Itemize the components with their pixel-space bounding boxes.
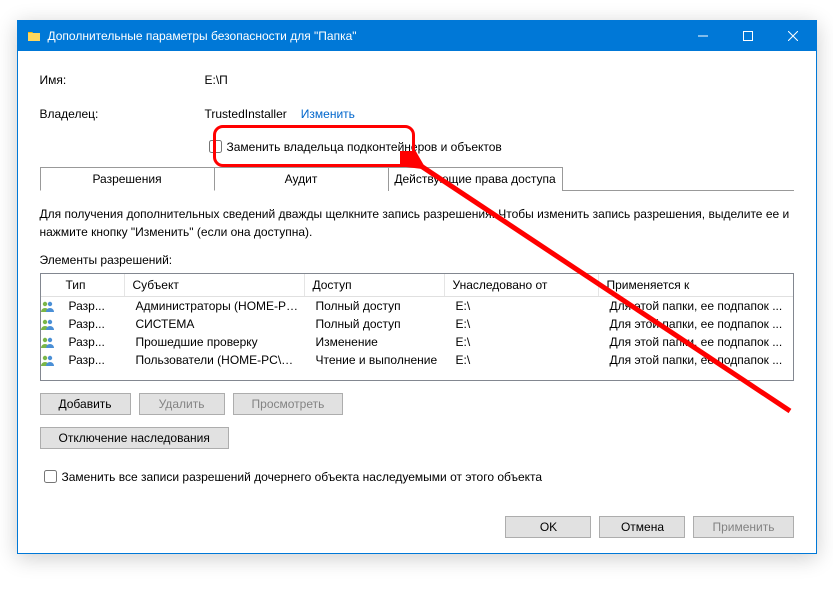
permissions-table: Тип Субъект Доступ Унаследовано от Приме… — [40, 273, 794, 381]
disable-inheritance-button[interactable]: Отключение наследования — [40, 427, 229, 449]
view-button: Просмотреть — [233, 393, 344, 415]
tab-effective[interactable]: Действующие права доступа — [388, 167, 563, 191]
header-access[interactable]: Доступ — [305, 274, 445, 296]
group-icon — [41, 316, 59, 332]
security-window: Дополнительные параметры безопасности дл… — [17, 20, 817, 554]
tab-audit[interactable]: Аудит — [214, 167, 389, 191]
replace-child-checkbox[interactable] — [44, 470, 57, 483]
table-header: Тип Субъект Доступ Унаследовано от Приме… — [41, 274, 793, 297]
titlebar: Дополнительные параметры безопасности дл… — [18, 21, 816, 51]
maximize-button[interactable] — [726, 21, 771, 51]
tabs: Разрешения Аудит Действующие права досту… — [40, 166, 794, 191]
table-row[interactable]: Разр...Пользователи (HOME-PC\П...Чтение … — [41, 351, 793, 369]
add-button[interactable]: Добавить — [40, 393, 131, 415]
window-title: Дополнительные параметры безопасности дл… — [48, 29, 681, 43]
owner-label: Владелец: — [40, 107, 205, 121]
minimize-button[interactable] — [681, 21, 726, 51]
hint-text: Для получения дополнительных сведений дв… — [40, 205, 794, 241]
change-owner-link[interactable]: Изменить — [301, 107, 355, 121]
tab-permissions[interactable]: Разрешения — [40, 167, 215, 191]
owner-value: TrustedInstaller — [205, 107, 287, 121]
group-icon — [41, 334, 59, 350]
group-icon — [41, 352, 59, 368]
replace-owner-checkbox[interactable] — [209, 140, 222, 153]
ok-button[interactable]: OK — [505, 516, 591, 538]
close-button[interactable] — [771, 21, 816, 51]
name-value: E:\П — [205, 73, 228, 87]
replace-child-label: Заменить все записи разрешений дочернего… — [62, 470, 543, 484]
section-label: Элементы разрешений: — [40, 253, 794, 267]
replace-owner-label: Заменить владельца подконтейнеров и объе… — [227, 140, 502, 154]
header-type[interactable]: Тип — [58, 274, 125, 296]
table-row[interactable]: Разр...Прошедшие проверкуИзменениеE:\Для… — [41, 333, 793, 351]
header-applies[interactable]: Применяется к — [599, 274, 793, 296]
apply-button: Применить — [693, 516, 793, 538]
header-inherited[interactable]: Унаследовано от — [445, 274, 599, 296]
cancel-button[interactable]: Отмена — [599, 516, 685, 538]
folder-icon — [26, 28, 42, 44]
header-subject[interactable]: Субъект — [125, 274, 305, 296]
remove-button: Удалить — [139, 393, 225, 415]
table-row[interactable]: Разр...Администраторы (HOME-PC...Полный … — [41, 297, 793, 315]
table-row[interactable]: Разр...СИСТЕМАПолный доступE:\Для этой п… — [41, 315, 793, 333]
group-icon — [41, 298, 59, 314]
name-label: Имя: — [40, 73, 205, 87]
